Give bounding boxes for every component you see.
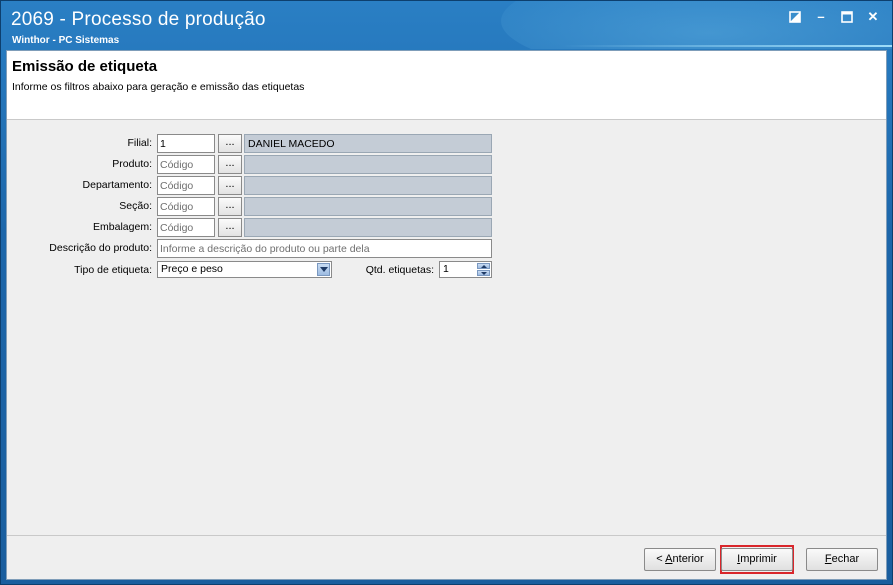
secao-lookup-button[interactable]: ... bbox=[218, 197, 242, 216]
window-subtitle: Winthor - PC Sistemas bbox=[12, 35, 120, 46]
footer-divider bbox=[7, 535, 886, 536]
filter-form: Filial: 1 ... DANIEL MACEDO Produto: Cód… bbox=[7, 122, 886, 542]
imprimir-button[interactable]: Imprimir bbox=[721, 548, 793, 571]
anterior-button-label: nterior bbox=[672, 553, 704, 565]
descricao-produto-label: Descrição do produto: bbox=[49, 242, 152, 254]
imprimir-button-label: mprimir bbox=[740, 553, 777, 565]
page-title: Emissão de etiqueta bbox=[12, 58, 158, 75]
embalagem-label: Embalagem: bbox=[93, 221, 152, 233]
arrow-down-icon[interactable] bbox=[477, 270, 490, 276]
qtd-etiquetas-value: 1 bbox=[443, 263, 449, 275]
filial-label: Filial: bbox=[127, 137, 152, 149]
anterior-button[interactable]: < Anterior bbox=[644, 548, 716, 571]
window-controls: – ✕ bbox=[788, 10, 880, 24]
fechar-button-label: echar bbox=[831, 553, 860, 565]
secao-code-input[interactable]: Código bbox=[157, 197, 215, 216]
window-title: 2069 - Processo de produção bbox=[11, 9, 266, 30]
title-bar[interactable]: 2069 - Processo de produção Winthor - PC… bbox=[1, 1, 892, 49]
tipo-etiqueta-selected-value: Preço e peso bbox=[161, 263, 223, 275]
embalagem-lookup-button[interactable]: ... bbox=[218, 218, 242, 237]
filial-description: DANIEL MACEDO bbox=[244, 134, 492, 153]
page-description: Informe os filtros abaixo para geração e… bbox=[12, 81, 305, 93]
secao-description bbox=[244, 197, 492, 216]
produto-code-input[interactable]: Código bbox=[157, 155, 215, 174]
embalagem-description bbox=[244, 218, 492, 237]
qtd-etiquetas-stepper[interactable]: 1 bbox=[439, 261, 492, 278]
embalagem-code-input[interactable]: Código bbox=[157, 218, 215, 237]
title-bar-decoration bbox=[501, 1, 892, 49]
produto-description bbox=[244, 155, 492, 174]
filial-code-input[interactable]: 1 bbox=[157, 134, 215, 153]
produto-lookup-button[interactable]: ... bbox=[218, 155, 242, 174]
descricao-produto-input[interactable]: Informe a descrição do produto ou parte … bbox=[157, 239, 492, 258]
qtd-etiquetas-label: Qtd. etiquetas: bbox=[365, 264, 434, 276]
close-icon[interactable]: ✕ bbox=[866, 10, 880, 24]
stepper-buttons bbox=[477, 263, 490, 276]
departamento-lookup-button[interactable]: ... bbox=[218, 176, 242, 195]
minimize-icon[interactable]: – bbox=[814, 10, 828, 24]
fechar-button[interactable]: Fechar bbox=[806, 548, 878, 571]
app-window: 2069 - Processo de produção Winthor - PC… bbox=[0, 0, 893, 585]
title-bar-accent-line bbox=[561, 45, 892, 47]
filial-lookup-button[interactable]: ... bbox=[218, 134, 242, 153]
maximize-icon[interactable] bbox=[840, 10, 854, 24]
fechar-button-mnemonic: F bbox=[824, 553, 832, 565]
departamento-description bbox=[244, 176, 492, 195]
anterior-button-mnemonic: A bbox=[665, 553, 673, 565]
anterior-button-prefix: < bbox=[656, 553, 666, 565]
arrow-up-icon[interactable] bbox=[477, 263, 490, 269]
secao-label: Seção: bbox=[119, 200, 152, 212]
tipo-etiqueta-label: Tipo de etiqueta: bbox=[74, 264, 152, 276]
restore-icon[interactable] bbox=[788, 10, 802, 24]
produto-label: Produto: bbox=[112, 158, 152, 170]
departamento-code-input[interactable]: Código bbox=[157, 176, 215, 195]
departamento-label: Departamento: bbox=[82, 179, 152, 191]
main-panel: Emissão de etiqueta Informe os filtros a… bbox=[6, 50, 887, 580]
header-panel: Emissão de etiqueta Informe os filtros a… bbox=[7, 51, 886, 120]
